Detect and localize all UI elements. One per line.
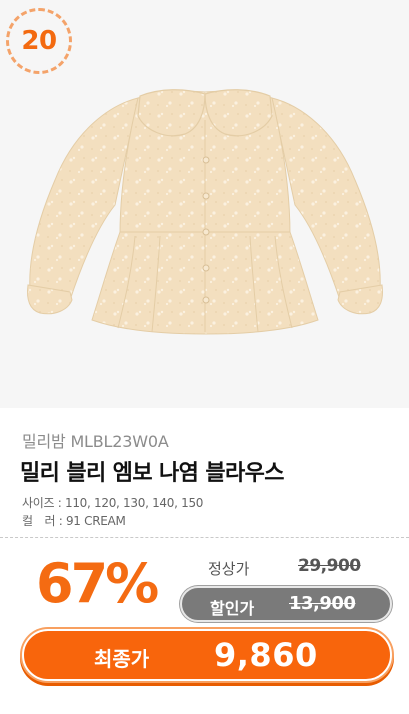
regular-price-label: 정상가 <box>208 560 250 578</box>
regular-price: 29,900 <box>298 556 361 576</box>
final-price: 9,860 <box>214 636 318 674</box>
sale-price-pill: 할인가 13,900 <box>180 586 392 622</box>
final-price-label: 최종가 <box>94 647 150 671</box>
product-name[interactable]: 밀리 블리 엠보 나염 블라우스 <box>20 455 285 487</box>
sale-price: 13,900 <box>289 593 356 614</box>
brand-code: 밀리밤 MLBL23W0A <box>22 432 169 451</box>
discount-rate: 67% <box>36 552 159 615</box>
product-image[interactable]: 20 <box>0 0 409 408</box>
size-info: 사이즈 : 110, 120, 130, 140, 150 <box>22 496 204 510</box>
rank-badge: 20 <box>6 8 72 74</box>
final-price-button[interactable]: 최종가 9,860 <box>22 629 392 681</box>
color-info: 컬 러 : 91 CREAM <box>22 514 126 528</box>
sale-price-label: 할인가 <box>210 599 255 618</box>
divider <box>0 537 409 538</box>
rank-number: 20 <box>21 26 57 56</box>
